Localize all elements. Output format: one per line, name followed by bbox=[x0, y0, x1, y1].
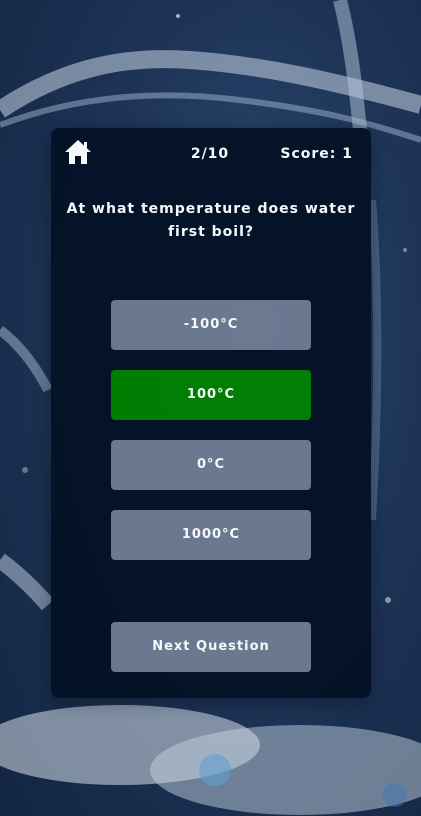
home-icon bbox=[65, 140, 91, 164]
answer-button[interactable]: -100°C bbox=[111, 300, 311, 350]
answer-list: -100°C 100°C 0°C 1000°C bbox=[111, 300, 311, 580]
answer-button-correct[interactable]: 100°C bbox=[111, 370, 311, 420]
score-display: Score: 1 bbox=[280, 146, 353, 162]
quiz-card: 2/10 Score: 1 At what temperature does w… bbox=[51, 128, 371, 698]
next-question-button[interactable]: Next Question bbox=[111, 622, 311, 672]
question-text: At what temperature does water first boi… bbox=[66, 201, 356, 240]
answer-button[interactable]: 1000°C bbox=[111, 510, 311, 560]
home-button[interactable] bbox=[63, 138, 93, 166]
question-progress: 2/10 bbox=[190, 146, 230, 162]
answer-button[interactable]: 0°C bbox=[111, 440, 311, 490]
